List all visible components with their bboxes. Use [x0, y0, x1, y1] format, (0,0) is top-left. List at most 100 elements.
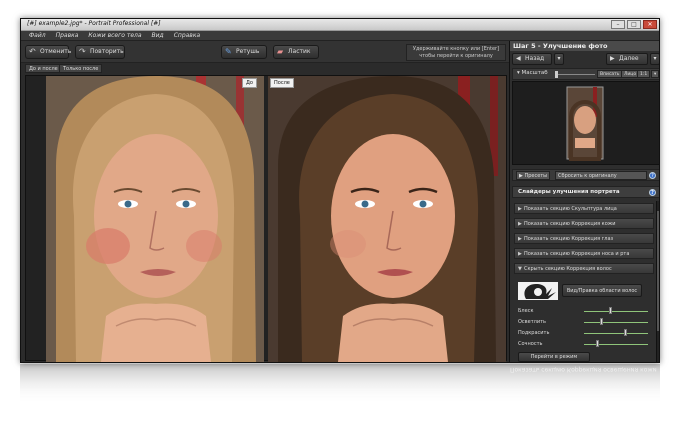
- back-label: Назад: [525, 55, 545, 62]
- slider-gloss: Блеск: [518, 307, 654, 316]
- slider-track[interactable]: [584, 333, 648, 334]
- next-label: Далее: [619, 55, 639, 62]
- menu-edit[interactable]: Правка: [56, 31, 79, 40]
- navigator-thumbnail[interactable]: [512, 81, 659, 165]
- section-eyes[interactable]: ▶ Показать секцию Коррекция глаз: [514, 233, 654, 244]
- panel-scrollbar[interactable]: [656, 201, 659, 362]
- menu-view[interactable]: Вид: [152, 31, 164, 40]
- next-arrow-icon: ▶: [610, 55, 615, 62]
- redo-label: Повторить: [90, 48, 124, 55]
- right-panel: Шаг 5 - Улучшение фото ◀ Назад ▾ ▶ Далее…: [509, 41, 659, 362]
- app-window: [#] example2.jpg* - Portrait Professiona…: [20, 18, 660, 363]
- zoom-fit-button[interactable]: Вписать: [597, 70, 623, 78]
- brush-icon: ✎: [225, 47, 232, 56]
- section-hair[interactable]: ▼ Скрыть секцию Коррекция волос: [514, 263, 654, 274]
- retouch-button[interactable]: ✎ Ретушь: [221, 45, 267, 59]
- after-label: После: [270, 78, 294, 88]
- expand-arrow-icon: ▶: [518, 206, 522, 212]
- hair-mode-button[interactable]: Перейти в режим прически: [518, 352, 590, 362]
- section-nose-mouth[interactable]: ▶ Показать секцию Коррекция носа и рта: [514, 248, 654, 259]
- eraser-label: Ластик: [288, 48, 311, 55]
- slider-knob[interactable]: [608, 307, 612, 314]
- sliders-title: Слайдеры улучшения портрета: [518, 189, 620, 195]
- undo-button[interactable]: ↶ Отменить: [25, 45, 72, 59]
- before-photo[interactable]: До: [46, 76, 264, 362]
- chevron-down-icon: ▾: [557, 55, 561, 62]
- chevron-down-icon: ▾: [653, 55, 657, 62]
- slider-label: Блеск: [518, 308, 534, 314]
- eraser-icon: ▰: [277, 47, 284, 56]
- section-face-sculpt[interactable]: ▶ Показать секцию Скульптура лица: [514, 203, 654, 214]
- scrollbar-thumb[interactable]: [657, 211, 659, 331]
- presets-button[interactable]: ▶ Пресеты: [516, 171, 551, 180]
- zoom-1to1-button[interactable]: 1:1: [637, 70, 651, 78]
- step-title: Шаг 5 - Улучшение фото: [510, 41, 659, 51]
- reset-to-original-button[interactable]: Сбросить к оригиналу: [555, 171, 647, 180]
- window-reflection: Показать секцию Коррекция освещения кожи: [20, 364, 660, 404]
- zoom-slider[interactable]: [555, 71, 595, 78]
- slider-knob[interactable]: [599, 318, 603, 325]
- zoom-menu-button[interactable]: ▾: [651, 70, 659, 78]
- before-portrait-image: [46, 76, 264, 362]
- section-label: Показать секцию Коррекция кожи: [524, 221, 616, 227]
- zoom-label-text: Масштаб: [521, 70, 548, 76]
- menu-body-skin[interactable]: Кожи всего тела: [88, 31, 141, 40]
- next-button[interactable]: ▶ Далее: [606, 53, 648, 65]
- expand-arrow-icon: ▶: [518, 221, 522, 227]
- eraser-button[interactable]: ▰ Ластик: [273, 45, 319, 59]
- window-title: [#] example2.jpg* - Portrait Professiona…: [27, 20, 161, 27]
- back-arrow-icon: ◀: [516, 55, 521, 62]
- retouch-label: Ретушь: [236, 48, 260, 55]
- view-tabs: До и после Только после: [21, 63, 509, 75]
- before-label: До: [242, 78, 257, 88]
- toolbar: ↶ Отменить ↷ Повторить ✎ Ретушь ▰ Ластик…: [21, 41, 509, 63]
- after-photo[interactable]: После: [268, 76, 506, 362]
- window-controls: – □ ✕: [611, 20, 657, 29]
- expand-arrow-icon: ▶: [518, 236, 522, 242]
- photo-compare-area: До После: [25, 75, 507, 362]
- help-icon[interactable]: ?: [649, 189, 656, 196]
- undo-icon: ↶: [29, 47, 36, 56]
- slider-track[interactable]: [584, 344, 648, 345]
- section-label: Скрыть секцию Коррекция волос: [524, 266, 612, 272]
- zoom-label: ▾ Масштаб: [517, 70, 548, 76]
- section-label: Показать секцию Коррекция глаз: [524, 236, 614, 242]
- redo-button[interactable]: ↷ Повторить: [75, 45, 125, 59]
- section-skin[interactable]: ▶ Показать секцию Коррекция кожи: [514, 218, 654, 229]
- slider-track[interactable]: [584, 311, 648, 312]
- hair-silhouette-icon: [518, 282, 558, 300]
- section-label: Показать секцию Коррекция носа и рта: [524, 251, 630, 257]
- menu-file[interactable]: Файл: [29, 31, 46, 40]
- slider-label: Подкрасить: [518, 330, 550, 336]
- back-dropdown[interactable]: ▾: [554, 53, 564, 65]
- hint-line-2: чтобы перейти к оригиналу: [419, 53, 493, 59]
- back-button[interactable]: ◀ Назад: [512, 53, 552, 65]
- hint-line-1: Удерживайте кнопку или [Enter]: [412, 46, 500, 52]
- zoom-bar: ▾ Масштаб Вписать Лицо 1:1 ▾: [512, 68, 659, 80]
- thumbnail-image: [566, 86, 604, 161]
- expand-arrow-icon: ▶: [518, 251, 522, 257]
- redo-icon: ↷: [79, 47, 86, 56]
- slider-knob[interactable]: [624, 329, 628, 336]
- sliders-header: Слайдеры улучшения портрета ?: [512, 186, 659, 198]
- reflected-section-label: Показать секцию Коррекция освещения кожи: [510, 366, 657, 373]
- slider-track[interactable]: [584, 322, 648, 323]
- compare-hint: Удерживайте кнопку или [Enter] чтобы пер…: [406, 44, 506, 61]
- undo-label: Отменить: [40, 48, 72, 55]
- close-button[interactable]: ✕: [643, 20, 657, 29]
- hair-area-button[interactable]: Вид/Правка области волос: [562, 284, 642, 297]
- menu-help[interactable]: Справка: [174, 31, 200, 40]
- help-icon[interactable]: ?: [649, 172, 656, 179]
- slider-vibrance: Сочность: [518, 340, 654, 349]
- maximize-button[interactable]: □: [627, 20, 641, 29]
- tab-after-only[interactable]: Только после: [59, 64, 103, 73]
- collapse-arrow-icon: ▼: [518, 266, 522, 272]
- zoom-slider-knob[interactable]: [555, 71, 558, 78]
- next-dropdown[interactable]: ▾: [650, 53, 659, 65]
- slider-knob[interactable]: [596, 340, 600, 347]
- tab-before-after[interactable]: До и после: [25, 64, 62, 73]
- presets-label: Пресеты: [524, 173, 548, 179]
- minimize-button[interactable]: –: [611, 20, 625, 29]
- title-bar: [#] example2.jpg* - Portrait Professiona…: [21, 19, 659, 31]
- hair-view-row: Вид/Правка области волос: [514, 280, 654, 302]
